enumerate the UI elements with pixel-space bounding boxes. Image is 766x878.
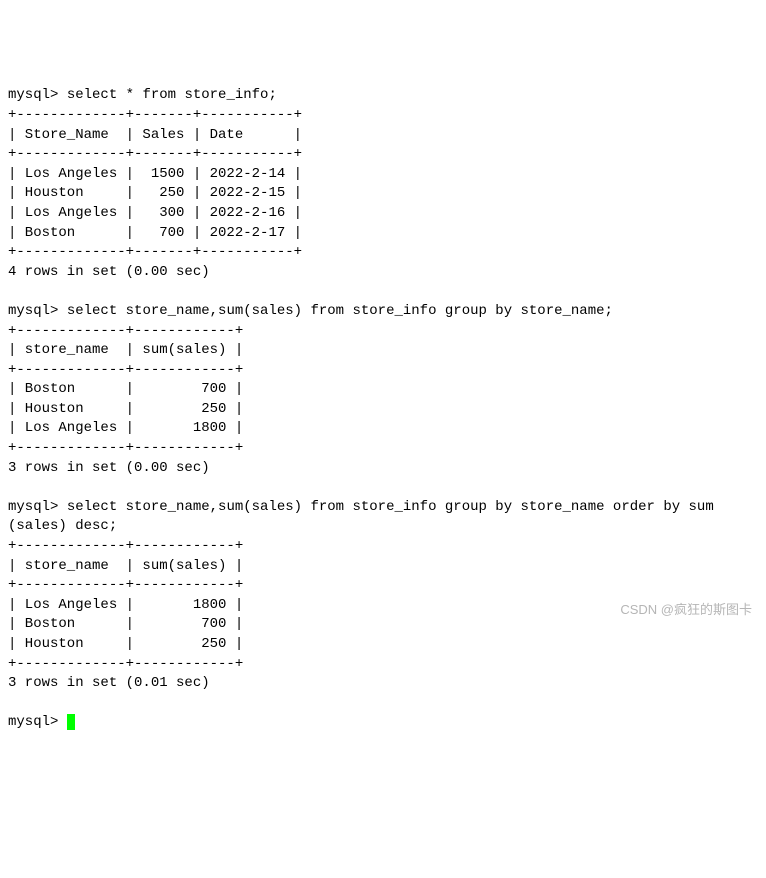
table-row: | Los Angeles | 300 | 2022-2-16 | — [8, 205, 302, 221]
query-status: 3 rows in set (0.00 sec) — [8, 460, 210, 476]
sql-query-3-line2: (sales) desc; — [8, 518, 117, 534]
table-border: +-------------+-------+-----------+ — [8, 146, 302, 162]
table-border: +-------------+------------+ — [8, 362, 243, 378]
mysql-prompt: mysql> — [8, 499, 58, 515]
table-row: | Los Angeles | 1500 | 2022-2-14 | — [8, 166, 302, 182]
query-status: 3 rows in set (0.01 sec) — [8, 675, 210, 691]
table-row: | Houston | 250 | 2022-2-15 | — [8, 185, 302, 201]
table-header-row: | store_name | sum(sales) | — [8, 558, 243, 574]
mysql-prompt: mysql> — [8, 303, 58, 319]
table-border: +-------------+------------+ — [8, 323, 243, 339]
table-header-row: | store_name | sum(sales) | — [8, 342, 243, 358]
sql-query-3-line1: select store_name,sum(sales) from store_… — [67, 499, 714, 515]
mysql-prompt: mysql> — [8, 87, 58, 103]
table-row: | Houston | 250 | — [8, 401, 243, 417]
table-row: | Boston | 700 | — [8, 616, 243, 632]
query-status: 4 rows in set (0.00 sec) — [8, 264, 210, 280]
table-border: +-------------+-------+-----------+ — [8, 244, 302, 260]
table-border: +-------------+------------+ — [8, 440, 243, 456]
table-border: +-------------+-------+-----------+ — [8, 107, 302, 123]
table-border: +-------------+------------+ — [8, 538, 243, 554]
table-row: | Los Angeles | 1800 | — [8, 597, 243, 613]
sql-query-2: select store_name,sum(sales) from store_… — [67, 303, 613, 319]
sql-query-1: select * from store_info; — [67, 87, 277, 103]
mysql-prompt: mysql> — [8, 714, 58, 730]
table-row: | Boston | 700 | 2022-2-17 | — [8, 225, 302, 241]
table-border: +-------------+------------+ — [8, 577, 243, 593]
terminal-output: mysql> select * from store_info; +------… — [8, 86, 758, 733]
table-row: | Los Angeles | 1800 | — [8, 420, 243, 436]
cursor-icon[interactable] — [67, 714, 75, 730]
table-border: +-------------+------------+ — [8, 656, 243, 672]
table-row: | Boston | 700 | — [8, 381, 243, 397]
table-row: | Houston | 250 | — [8, 636, 243, 652]
table-header-row: | Store_Name | Sales | Date | — [8, 127, 302, 143]
